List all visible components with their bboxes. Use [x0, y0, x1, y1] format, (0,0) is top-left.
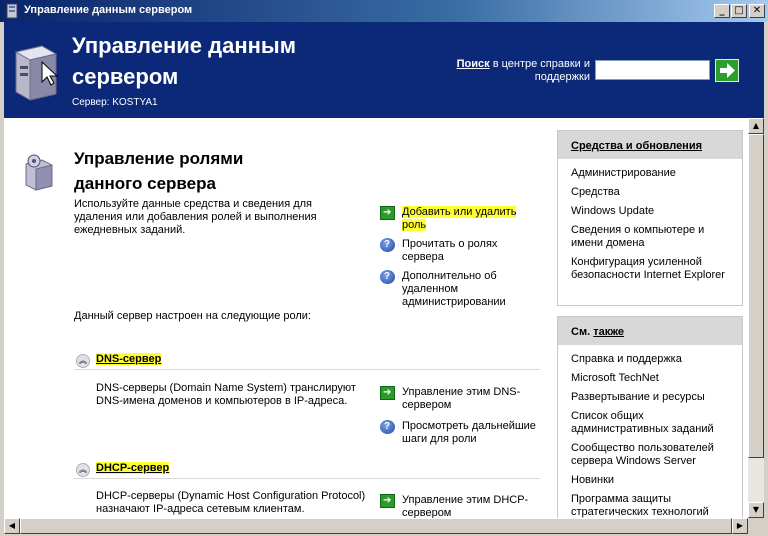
search-go-button[interactable]	[715, 59, 739, 82]
sidebar-link-whats-new[interactable]: Новинки	[571, 474, 731, 487]
configured-roles-text: Данный сервер настроен на следующие роли…	[74, 310, 311, 322]
page-title: Управление ролями данного сервера	[74, 149, 244, 193]
page-description: Используйте данные средства и сведения д…	[74, 198, 317, 236]
add-remove-role-link[interactable]: Добавить или удалить роль	[380, 206, 540, 234]
scroll-up-button[interactable]: ▲	[748, 118, 764, 134]
task-label[interactable]: Просмотреть дальнейшие шаги для роли	[402, 420, 542, 446]
close-button[interactable]: ✕	[749, 4, 765, 18]
tools-panel-title: Средства и обновления	[571, 140, 703, 152]
search-label: Поиск в центре справки и поддержки	[428, 58, 590, 84]
read-about-roles-link[interactable]: Прочитать о ролях сервера	[380, 238, 540, 266]
arrow-icon	[380, 206, 395, 220]
arrow-right-icon	[720, 63, 735, 78]
role-header-dns[interactable]: ︽ DNS-сервер	[74, 350, 540, 370]
sidebar-link-computer-info[interactable]: Сведения о компьютере и имени домена	[571, 224, 731, 250]
server-roles-icon	[25, 154, 53, 191]
role-description: DNS-серверы (Domain Name System) трансли…	[96, 382, 356, 407]
main-content: Управление ролями данного сервера Исполь…	[4, 118, 748, 518]
sidebar-link-community[interactable]: Сообщество пользователей сервера Windows…	[571, 442, 731, 468]
arrow-icon	[380, 494, 395, 508]
scroll-right-button[interactable]: ▶	[732, 518, 748, 534]
window-title: Управление данным сервером	[24, 4, 193, 16]
sidebar-link-help-support[interactable]: Справка и поддержка	[571, 353, 731, 366]
horizontal-scrollbar[interactable]: ◀ ▶	[4, 518, 748, 534]
sidebar-link-security-program[interactable]: Программа защиты стратегических технолог…	[571, 493, 731, 518]
vertical-scroll-thumb[interactable]	[748, 134, 764, 458]
sidebar-link-ie-security[interactable]: Конфигурация усиленной безопасности Inte…	[571, 256, 731, 282]
scrollbar-corner	[748, 518, 764, 534]
help-icon	[380, 420, 395, 434]
role-name[interactable]: DHCP-сервер	[96, 462, 170, 474]
horizontal-scroll-thumb[interactable]	[20, 518, 732, 534]
remote-admin-link[interactable]: Дополнительно об удаленном администриров…	[380, 270, 540, 310]
sidebar-link-technet[interactable]: Microsoft TechNet	[571, 372, 731, 385]
search-input[interactable]	[595, 60, 710, 80]
sidebar-link-tools[interactable]: Средства	[571, 186, 731, 199]
search-label-rest: в центре справки и поддержки	[489, 58, 590, 83]
minimize-button[interactable]: _	[714, 4, 730, 18]
server-label: Сервер:	[72, 97, 110, 108]
vertical-scrollbar[interactable]: ▲ ▼	[748, 118, 764, 518]
scroll-left-button[interactable]: ◀	[4, 518, 20, 534]
role-header-dhcp[interactable]: ︽ DHCP-сервер	[74, 459, 540, 479]
see-also-panel: См. также Справка и поддержка Microsoft …	[557, 316, 743, 518]
sidebar-link-deployment[interactable]: Развертывание и ресурсы	[571, 391, 731, 404]
sidebar-link-admin-tools[interactable]: Администрирование	[571, 167, 731, 180]
manage-dns-link[interactable]: Управление этим DNS-сервером	[380, 386, 540, 414]
role-description: DHCP-серверы (Dynamic Host Configuration…	[96, 490, 366, 515]
task-label[interactable]: Управление этим DHCP-сервером	[402, 494, 542, 518]
scroll-down-button[interactable]: ▼	[748, 502, 764, 518]
server-manage-icon	[14, 45, 59, 101]
server-value: KOSTYA1	[112, 97, 158, 108]
page-header: Управление данным сервером Сервер: KOSTY…	[4, 22, 764, 118]
collapse-icon[interactable]: ︽	[76, 463, 90, 477]
role-name[interactable]: DNS-сервер	[96, 353, 162, 365]
task-label[interactable]: Управление этим DNS-сервером	[402, 386, 542, 412]
help-icon	[380, 270, 395, 284]
sidebar-link-windows-update[interactable]: Windows Update	[571, 205, 731, 218]
search-label-bold: Поиск	[456, 58, 490, 70]
tools-updates-panel: Средства и обновления Администрирование …	[557, 130, 743, 306]
manage-dhcp-link[interactable]: Управление этим DHCP-сервером	[380, 494, 540, 518]
server-name: Сервер: KOSTYA1	[72, 97, 158, 108]
title-bar: Управление данным сервером _ □ ✕	[0, 0, 768, 22]
task-label[interactable]: Добавить или удалить роль	[402, 206, 517, 231]
arrow-icon	[380, 386, 395, 400]
see-also-title: также	[593, 326, 624, 338]
help-icon	[380, 238, 395, 252]
task-label[interactable]: Прочитать о ролях сервера	[402, 238, 542, 264]
dns-next-steps-link[interactable]: Просмотреть дальнейшие шаги для роли	[380, 420, 540, 448]
sidebar-link-admin-tasks[interactable]: Список общих административных заданий	[571, 410, 731, 436]
task-label[interactable]: Дополнительно об удаленном администриров…	[402, 270, 542, 309]
see-also-title-prefix: См.	[571, 326, 594, 338]
header-title: Управление данным сервером	[72, 33, 296, 89]
collapse-icon[interactable]: ︽	[76, 354, 90, 368]
server-icon	[6, 3, 18, 19]
maximize-button[interactable]: □	[731, 4, 747, 18]
